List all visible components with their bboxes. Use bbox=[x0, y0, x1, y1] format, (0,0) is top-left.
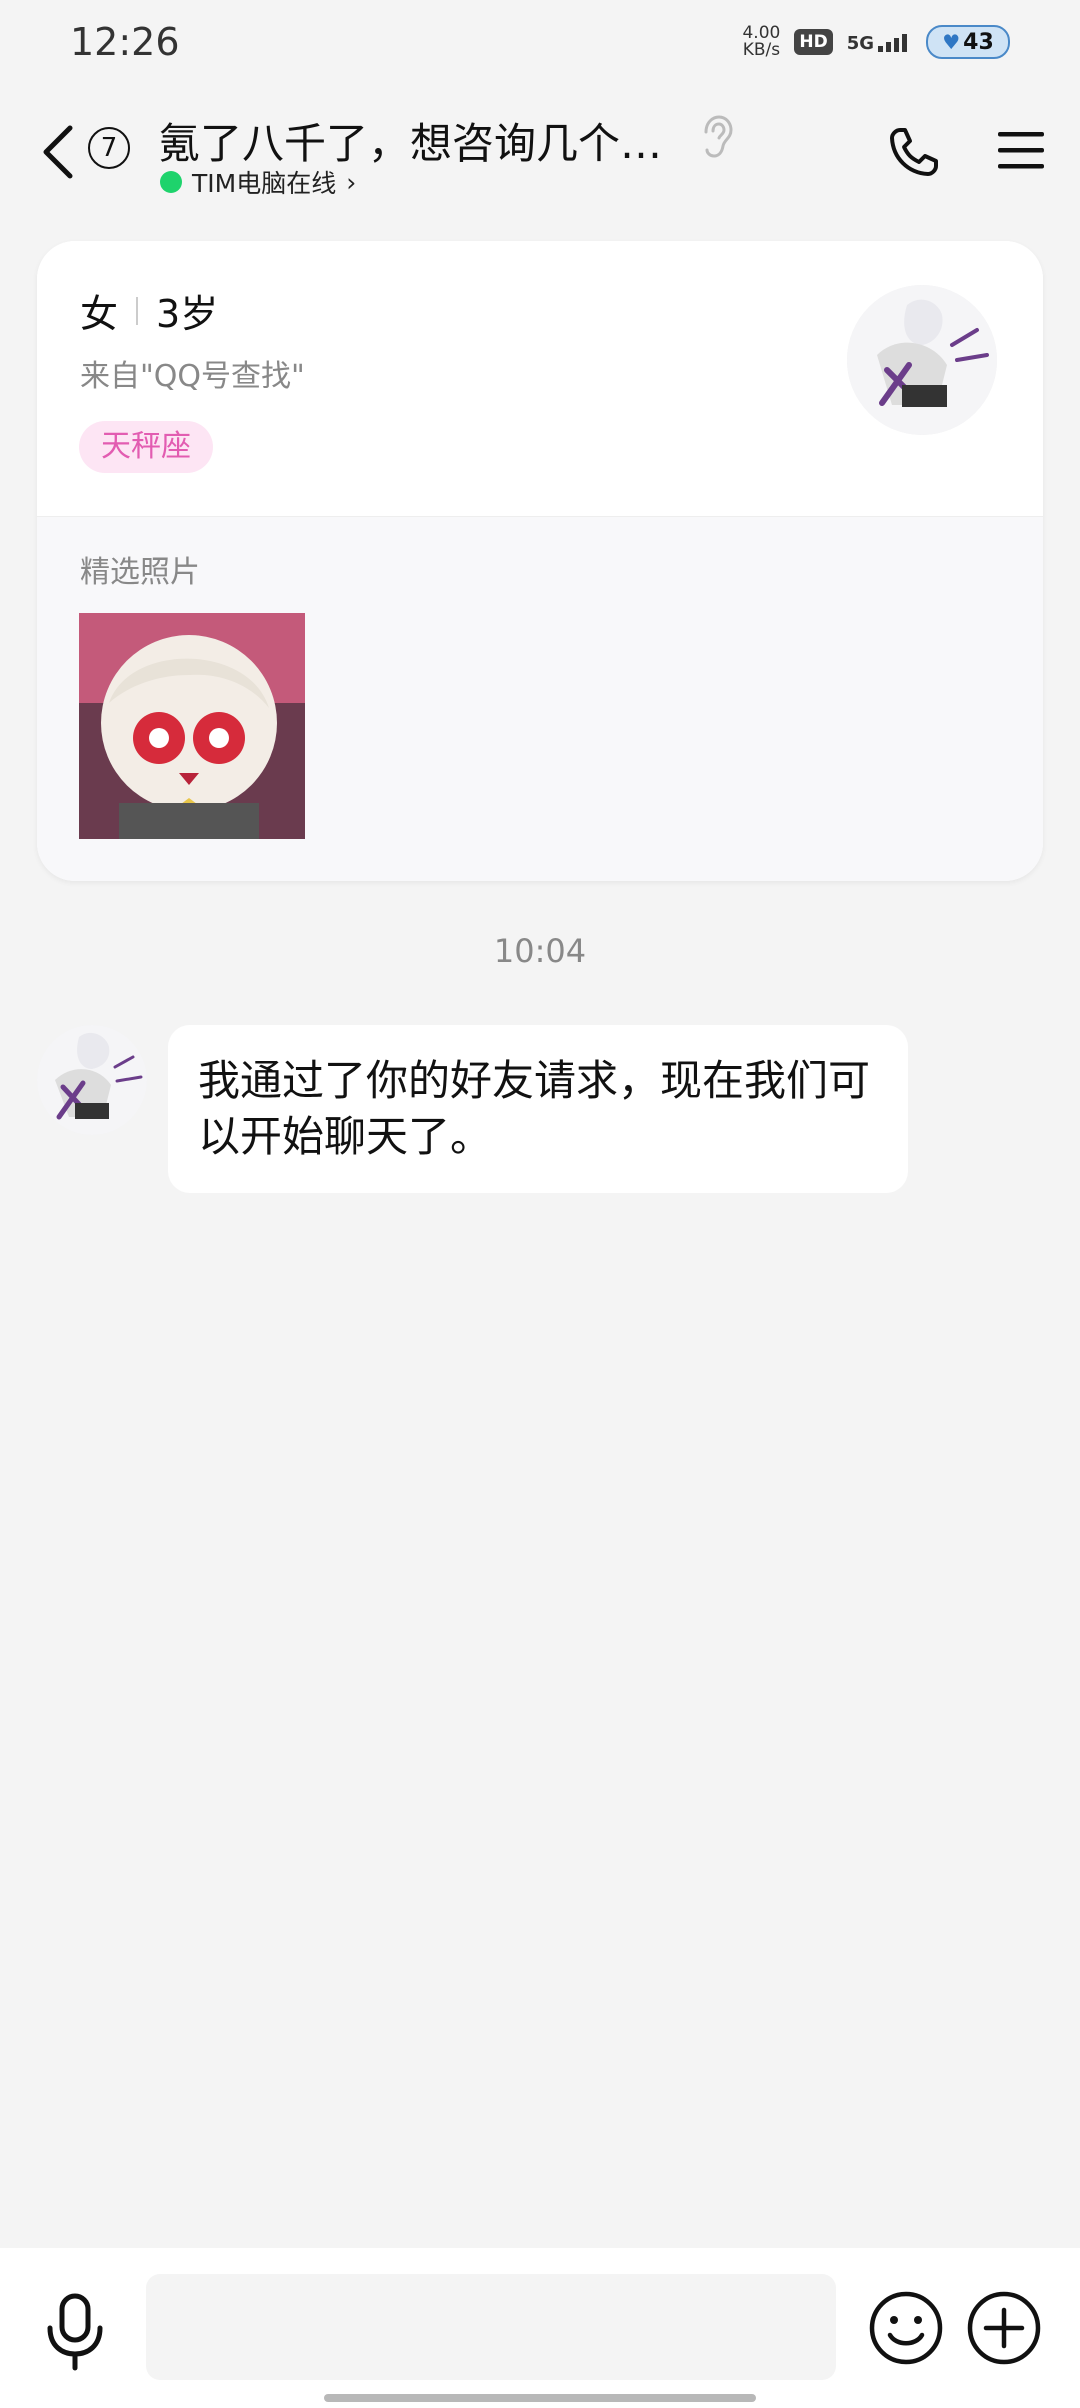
photos-label: 精选照片 bbox=[80, 555, 200, 590]
featured-photos: 精选照片 bbox=[37, 516, 1043, 881]
avatar[interactable] bbox=[847, 285, 997, 435]
unread-count-badge[interactable]: 7 bbox=[88, 127, 130, 169]
status-bar: 12:26 4.00 KB/s HD 5G ♥ 43 bbox=[0, 0, 1080, 80]
status-icons: 4.00 KB/s HD 5G ♥ 43 bbox=[742, 22, 1010, 62]
ear-icon[interactable] bbox=[700, 114, 734, 160]
online-dot-icon bbox=[160, 171, 182, 193]
message-input[interactable] bbox=[146, 2274, 836, 2380]
avatar[interactable] bbox=[37, 1025, 147, 1135]
status-time: 12:26 bbox=[70, 20, 180, 64]
network-type: 5G bbox=[846, 33, 874, 54]
plus-icon[interactable] bbox=[966, 2290, 1042, 2366]
profile-card[interactable]: 女 3岁 来自"QQ号查找" 天秤座 精选照片 bbox=[37, 241, 1043, 881]
friend-source: 来自"QQ号查找" bbox=[80, 359, 305, 394]
chat-header: 7 氪了八千了，想咨询几个… TIM电脑在线 › bbox=[0, 92, 1080, 212]
battery-icon: ♥ 43 bbox=[926, 25, 1010, 59]
menu-icon[interactable] bbox=[996, 128, 1046, 172]
chevron-right-icon: › bbox=[346, 167, 357, 197]
microphone-icon[interactable] bbox=[42, 2292, 108, 2372]
zodiac-tag: 天秤座 bbox=[79, 421, 213, 473]
emoji-icon[interactable] bbox=[868, 2290, 944, 2366]
net-speed: 4.00 KB/s bbox=[742, 23, 781, 60]
gender: 女 bbox=[80, 292, 119, 336]
back-icon[interactable] bbox=[38, 122, 78, 182]
presence-status[interactable]: TIM电脑在线 › bbox=[160, 162, 356, 202]
input-bar bbox=[0, 2248, 1080, 2408]
divider bbox=[136, 296, 139, 325]
message-timestamp: 10:04 bbox=[493, 932, 587, 970]
age: 3岁 bbox=[156, 292, 219, 336]
gender-age: 女 3岁 bbox=[80, 283, 218, 338]
signal-icon: 5G bbox=[847, 30, 912, 54]
profile-info: 女 3岁 来自"QQ号查找" 天秤座 bbox=[37, 241, 1043, 516]
hd-icon: HD bbox=[794, 29, 833, 55]
featured-photo[interactable] bbox=[79, 613, 305, 839]
message-bubble[interactable]: 我通过了你的好友请求，现在我们可以开始聊天了。 bbox=[168, 1025, 908, 1193]
phone-icon[interactable] bbox=[886, 124, 942, 180]
home-indicator[interactable] bbox=[324, 2394, 756, 2402]
